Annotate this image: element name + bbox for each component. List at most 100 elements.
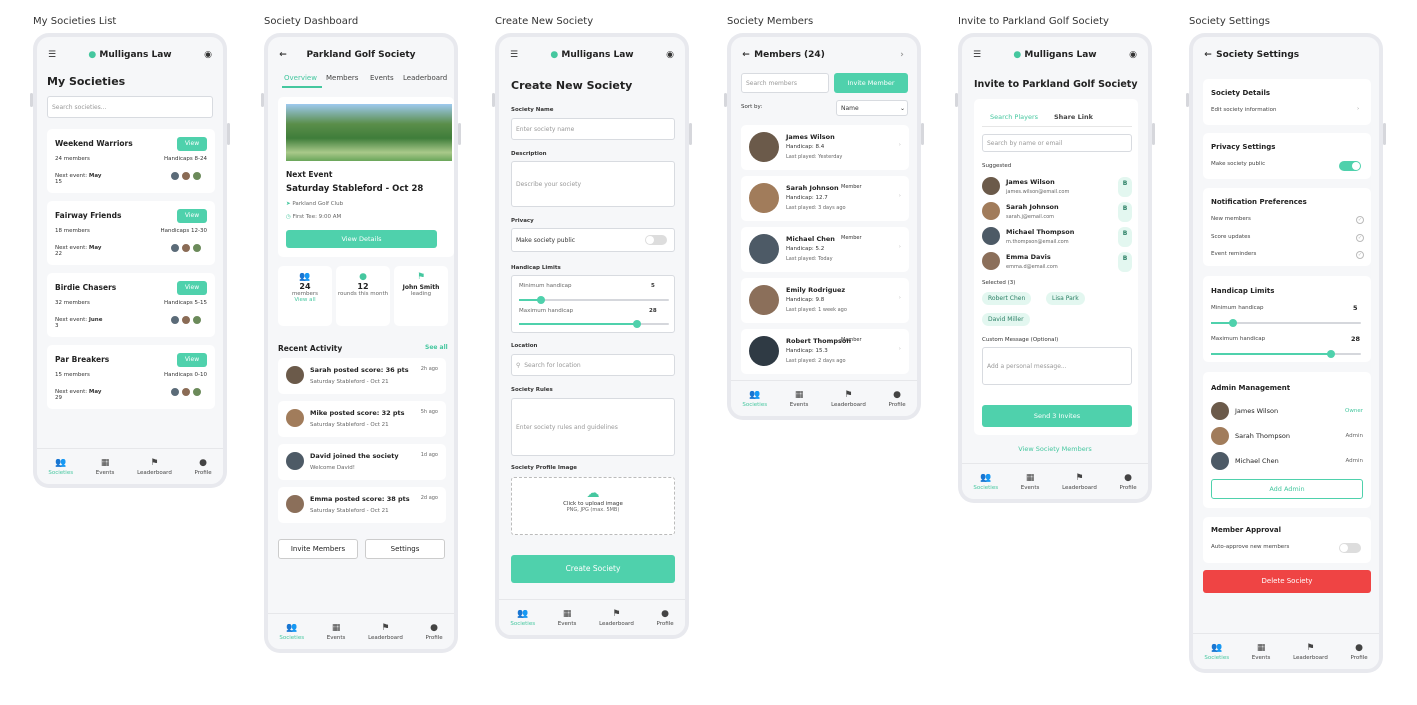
public-toggle[interactable] xyxy=(1339,161,1361,171)
admin-row[interactable]: James Wilson Owner xyxy=(1211,401,1363,423)
rules-input[interactable]: Enter society rules and guidelines xyxy=(511,398,675,456)
add-player-button[interactable]: B xyxy=(1118,202,1132,222)
nav-events[interactable]: ▦ Events xyxy=(1252,643,1271,661)
society-card[interactable]: Par Breakers View 15 members Handicaps 0… xyxy=(47,345,215,409)
add-admin-button[interactable]: Add Admin xyxy=(1211,479,1363,499)
nav-profile[interactable]: ● Profile xyxy=(1120,473,1137,491)
search-members-input[interactable]: Search members xyxy=(741,73,829,93)
nav-leaderboard[interactable]: ⚑ Leaderboard xyxy=(599,609,634,627)
activity-item[interactable]: Sarah posted score: 36 pts Saturday Stab… xyxy=(278,358,446,394)
view-button[interactable]: View xyxy=(177,137,207,151)
society-card[interactable]: Birdie Chasers View 32 members Handicaps… xyxy=(47,273,215,337)
nav-societies[interactable]: 👥 Societies xyxy=(48,458,73,476)
message-input[interactable]: Add a personal message... xyxy=(982,347,1132,385)
nav-societies[interactable]: 👥 Societies xyxy=(510,609,535,627)
nav-leaderboard[interactable]: ⚑ Leaderboard xyxy=(368,623,403,641)
suggested-player[interactable]: James Wilson james.wilson@email.com B xyxy=(982,176,1132,198)
tab-overview[interactable]: Overview xyxy=(284,74,317,82)
profile-icon[interactable]: ◉ xyxy=(1128,50,1138,60)
score-updates-check[interactable]: ✓ xyxy=(1356,234,1364,242)
invite-members-button[interactable]: Invite Members xyxy=(278,539,358,559)
event-reminders-check[interactable]: ✓ xyxy=(1356,251,1364,259)
suggested-player[interactable]: Michael Thompson m.thompson@email.com B xyxy=(982,226,1132,248)
admin-row[interactable]: Michael Chen Admin xyxy=(1211,451,1363,473)
nav-societies[interactable]: 👥 Societies xyxy=(742,390,767,408)
menu-icon[interactable]: ☰ xyxy=(972,50,982,60)
activity-item[interactable]: David joined the society Welcome David! … xyxy=(278,444,446,480)
add-player-button[interactable]: B xyxy=(1118,252,1132,272)
public-toggle[interactable] xyxy=(645,235,667,245)
settings-button[interactable]: Settings xyxy=(365,539,445,559)
description-input[interactable]: Describe your society xyxy=(511,161,675,207)
nav-leaderboard[interactable]: ⚑ Leaderboard xyxy=(1062,473,1097,491)
send-invites-button[interactable]: Send 3 Invites xyxy=(982,405,1132,427)
member-row[interactable]: Emily Rodriguez Handicap: 9.8 Last playe… xyxy=(741,278,909,323)
nav-societies[interactable]: 👥 Societies xyxy=(1204,643,1229,661)
min-slider[interactable] xyxy=(1211,319,1361,327)
see-all-link[interactable]: See all xyxy=(425,344,448,351)
back-icon[interactable]: ← xyxy=(741,50,751,60)
suggested-player[interactable]: Emma Davis emma.d@email.com B xyxy=(982,251,1132,273)
view-button[interactable]: View xyxy=(177,209,207,223)
tab-members[interactable]: Members xyxy=(326,74,358,82)
nav-profile[interactable]: ● Profile xyxy=(1351,643,1368,661)
nav-societies[interactable]: 👥 Societies xyxy=(973,473,998,491)
details-section[interactable] xyxy=(1203,79,1371,125)
society-card[interactable]: Weekend Warriors View 24 members Handica… xyxy=(47,129,215,193)
back-icon[interactable]: ← xyxy=(278,50,288,60)
nav-leaderboard[interactable]: ⚑ Leaderboard xyxy=(137,458,172,476)
create-society-button[interactable]: Create Society xyxy=(511,555,675,583)
min-slider[interactable] xyxy=(519,296,669,304)
nav-events[interactable]: ▦ Events xyxy=(558,609,577,627)
selected-chip[interactable]: Lisa Park xyxy=(1046,292,1085,305)
member-row[interactable]: Sarah Johnson Handicap: 12.7 Last played… xyxy=(741,176,909,221)
admin-row[interactable]: Sarah Thompson Admin xyxy=(1211,426,1363,448)
view-members-link[interactable]: View Society Members xyxy=(962,445,1148,453)
view-all-link[interactable]: View all xyxy=(278,297,332,303)
delete-society-button[interactable]: Delete Society xyxy=(1203,570,1371,593)
member-row[interactable]: James Wilson Handicap: 8.4 Last played: … xyxy=(741,125,909,170)
nav-leaderboard[interactable]: ⚑ Leaderboard xyxy=(831,390,866,408)
tab-events[interactable]: Events xyxy=(370,74,394,82)
tab-leaderboard[interactable]: Leaderboard xyxy=(403,74,447,82)
edit-info-link[interactable]: Edit society information xyxy=(1211,107,1276,113)
selected-chip[interactable]: Robert Chen xyxy=(982,292,1032,305)
selected-chip[interactable]: David Miller xyxy=(982,313,1030,326)
nav-leaderboard[interactable]: ⚑ Leaderboard xyxy=(1293,643,1328,661)
tab-search-players[interactable]: Search Players xyxy=(990,113,1038,121)
nav-profile[interactable]: ● Profile xyxy=(657,609,674,627)
profile-icon[interactable]: ◉ xyxy=(203,50,213,60)
search-players-input[interactable]: Search by name or email xyxy=(982,134,1132,152)
profile-icon[interactable]: ◉ xyxy=(665,50,675,60)
view-details-button[interactable]: View Details xyxy=(286,230,437,248)
nav-events[interactable]: ▦ Events xyxy=(790,390,809,408)
add-player-button[interactable]: B xyxy=(1118,227,1132,247)
activity-item[interactable]: Emma posted score: 38 pts Saturday Stabl… xyxy=(278,487,446,523)
suggested-player[interactable]: Sarah Johnson sarah.j@email.com B xyxy=(982,201,1132,223)
menu-icon[interactable]: ☰ xyxy=(47,50,57,60)
member-row[interactable]: Robert Thompson Handicap: 15.3 Last play… xyxy=(741,329,909,374)
max-slider[interactable] xyxy=(1211,350,1361,358)
location-input[interactable]: ⚲ Search for location xyxy=(511,354,675,376)
nav-profile[interactable]: ● Profile xyxy=(195,458,212,476)
nav-events[interactable]: ▦ Events xyxy=(327,623,346,641)
activity-item[interactable]: Mike posted score: 32 pts Saturday Stabl… xyxy=(278,401,446,437)
new-members-check[interactable]: ✓ xyxy=(1356,216,1364,224)
nav-events[interactable]: ▦ Events xyxy=(1021,473,1040,491)
menu-icon[interactable]: ☰ xyxy=(509,50,519,60)
add-player-button[interactable]: B xyxy=(1118,177,1132,197)
society-name-input[interactable]: Enter society name xyxy=(511,118,675,140)
invite-member-button[interactable]: Invite Member xyxy=(834,73,908,93)
member-row[interactable]: Michael Chen Handicap: 5.2 Last played: … xyxy=(741,227,909,272)
max-slider[interactable] xyxy=(519,320,669,328)
upload-area[interactable]: ☁ Click to upload image PNG, JPG (max. 5… xyxy=(511,477,675,535)
view-button[interactable]: View xyxy=(177,281,207,295)
society-card[interactable]: Fairway Friends View 18 members Handicap… xyxy=(47,201,215,265)
nav-societies[interactable]: 👥 Societies xyxy=(279,623,304,641)
back-icon[interactable]: ← xyxy=(1203,50,1213,60)
view-button[interactable]: View xyxy=(177,353,207,367)
auto-approve-toggle[interactable] xyxy=(1339,543,1361,553)
chevron-right-icon[interactable]: › xyxy=(897,50,907,60)
nav-profile[interactable]: ● Profile xyxy=(889,390,906,408)
sort-select[interactable]: Name ⌄ xyxy=(836,100,908,116)
